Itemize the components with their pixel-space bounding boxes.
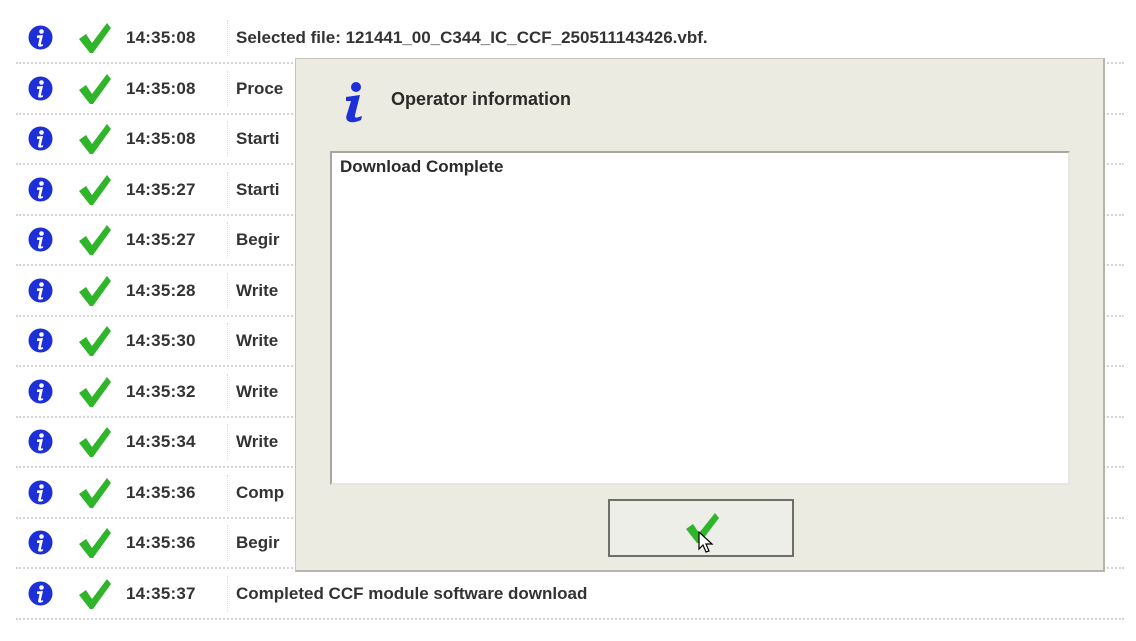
ok-button[interactable] (608, 499, 794, 557)
log-message: Comp (236, 482, 285, 502)
info-icon (28, 126, 53, 151)
log-message: Starti (236, 129, 280, 148)
log-time: 14:35:36 (126, 482, 196, 502)
dialog-message: Download Complete (340, 157, 504, 176)
mouse-cursor-icon (698, 531, 714, 553)
log-time: 14:35:30 (126, 331, 196, 350)
info-icon (28, 227, 53, 252)
log-message: Begir (236, 533, 280, 552)
column-divider (227, 171, 228, 208)
check-icon (79, 73, 111, 104)
log-message: Completed CCF module software download (236, 583, 588, 603)
info-icon (28, 581, 53, 605)
log-time: 14:35:08 (126, 78, 196, 98)
log-time: 14:35:27 (126, 179, 196, 199)
log-time: 14:35:32 (126, 381, 196, 401)
info-icon (28, 480, 53, 504)
log-message: Begir (236, 230, 280, 249)
check-icon (79, 174, 111, 205)
app-window: 14:35:08 Selected file: 121441_00_C344_IC… (0, 0, 1136, 641)
check-icon (79, 376, 111, 407)
log-time: 14:35:08 (126, 129, 196, 148)
check-icon (79, 528, 111, 558)
column-divider (227, 272, 228, 309)
log-time: 14:35:36 (126, 533, 196, 552)
log-message: Proce (236, 78, 284, 98)
dialog-title: Operator information (391, 89, 572, 109)
check-icon (79, 23, 111, 53)
column-divider (227, 575, 228, 612)
check-icon (79, 427, 111, 457)
check-icon (79, 124, 111, 154)
check-icon (79, 275, 111, 306)
column-divider (227, 525, 228, 561)
log-message: Write (236, 331, 279, 350)
check-icon (79, 578, 111, 609)
check-icon (79, 326, 111, 356)
info-icon (28, 530, 53, 555)
column-divider (227, 323, 228, 359)
log-message: Starti (236, 179, 280, 199)
log-row: 14:35:08 Selected file: 121441_00_C344_IC… (16, 14, 1124, 64)
info-icon (28, 429, 53, 454)
log-message: Write (236, 280, 279, 300)
log-time: 14:35:37 (126, 583, 196, 603)
log-time: 14:35:28 (126, 280, 196, 300)
info-icon (28, 278, 53, 302)
info-icon (28, 177, 53, 201)
info-icon (28, 76, 53, 100)
info-icon (28, 25, 53, 50)
column-divider (227, 121, 228, 157)
dialog-message-box: Download Complete (330, 151, 1070, 485)
log-message: Write (236, 432, 279, 451)
check-icon (79, 225, 111, 255)
log-time: 14:35:27 (126, 230, 196, 249)
log-time: 14:35:34 (126, 432, 196, 451)
info-icon (346, 82, 362, 123)
column-divider (227, 424, 228, 460)
column-divider (227, 373, 228, 410)
column-divider (227, 474, 228, 511)
info-icon (28, 379, 53, 403)
check-icon (79, 477, 111, 508)
log-message: Selected file: 121441_00_C344_IC_CCF_250… (236, 28, 708, 47)
column-divider (227, 222, 228, 258)
log-time: 14:35:08 (126, 28, 196, 47)
column-divider (227, 70, 228, 107)
operator-information-dialog: Operator information Download Complete (295, 58, 1105, 572)
info-icon (28, 328, 53, 353)
log-message: Write (236, 381, 279, 401)
column-divider (227, 20, 228, 56)
log-row: 14:35:37 Completed CCF module software do… (16, 570, 1124, 620)
